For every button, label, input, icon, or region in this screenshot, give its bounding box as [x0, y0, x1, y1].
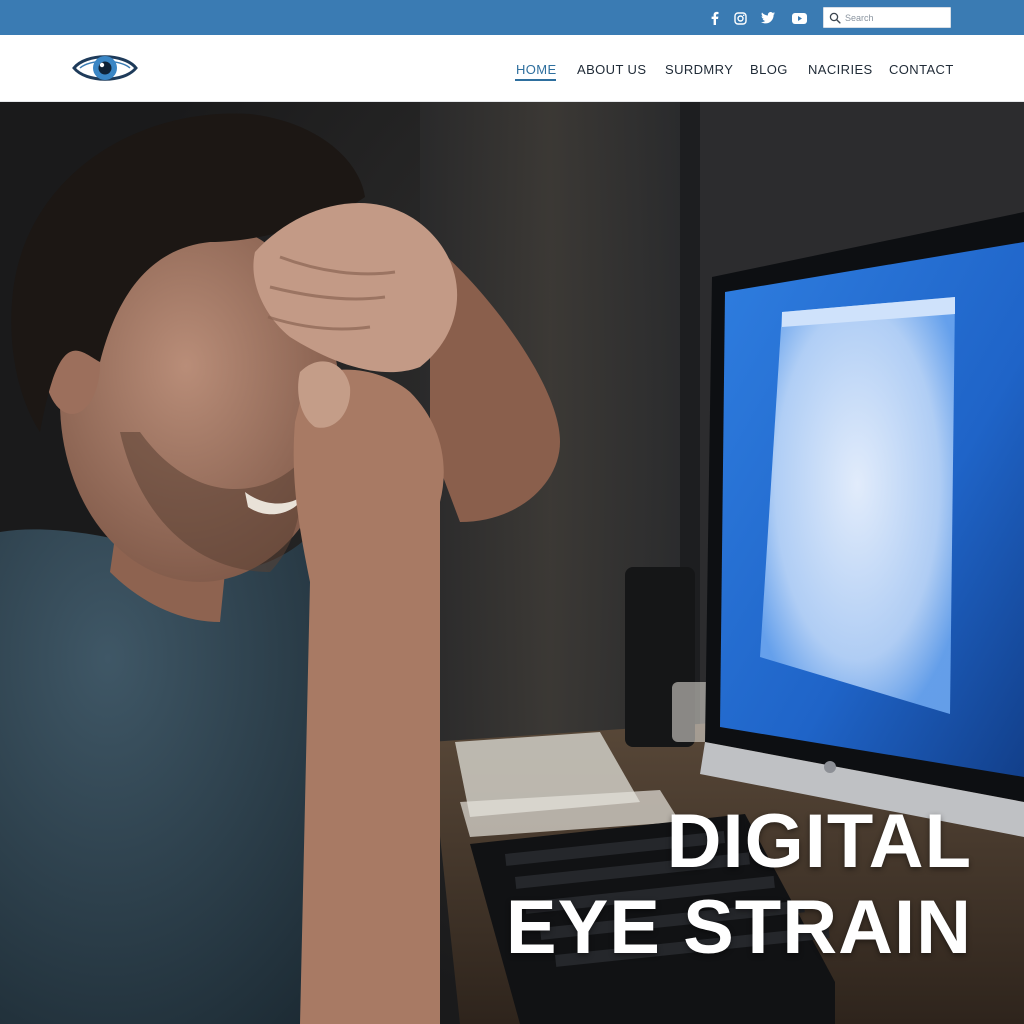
- youtube-icon[interactable]: [790, 9, 808, 27]
- nav-home[interactable]: HOME: [516, 62, 557, 78]
- search-box[interactable]: [823, 7, 951, 28]
- search-input[interactable]: [845, 10, 945, 25]
- instagram-icon[interactable]: [732, 9, 748, 27]
- site-header: HOME ABOUT US SURDMRY BLOG NACIRIES CONT…: [0, 35, 1024, 102]
- facebook-icon[interactable]: [707, 9, 721, 27]
- hero-title-line-1: DIGITAL: [666, 799, 972, 884]
- hero-banner: DIGITAL EYE STRAIN: [0, 102, 1024, 1024]
- twitter-icon[interactable]: [760, 9, 776, 27]
- nav-blog[interactable]: BLOG: [750, 62, 788, 78]
- hero-title-line-2: EYE STRAIN: [505, 885, 972, 970]
- nav-active-indicator: [515, 79, 556, 81]
- top-utility-bar: [0, 0, 1024, 35]
- search-icon: [829, 12, 841, 24]
- nav-naciries[interactable]: NACIRIES: [808, 62, 873, 78]
- nav-about-us[interactable]: ABOUT US: [577, 62, 646, 78]
- nav-contact[interactable]: CONTACT: [889, 62, 954, 78]
- nav-surdmry[interactable]: SURDMRY: [665, 62, 733, 78]
- eye-logo[interactable]: [72, 48, 138, 88]
